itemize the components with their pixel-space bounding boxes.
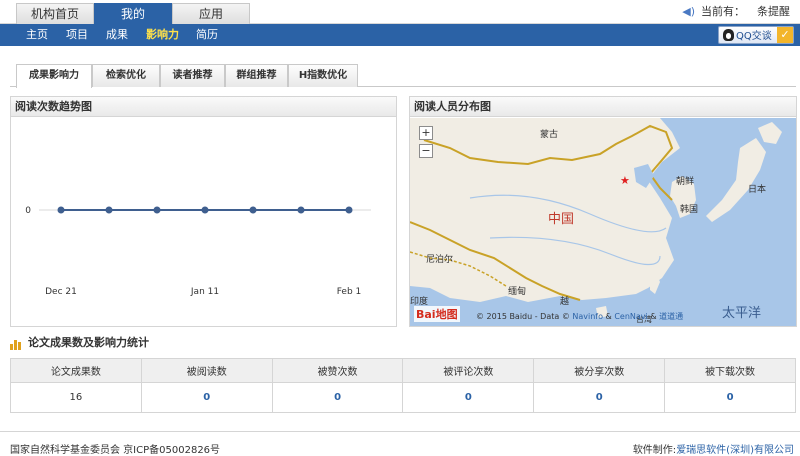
map-label-china: 中国 [548,212,575,227]
page-footer: 国家自然科学基金委员会 京ICP备05002826号 软件制作:爱瑞思软件(深圳… [0,431,800,456]
reminder-notice[interactable]: ◀) 当前有： 条提醒 [682,4,790,20]
qq-chat-label: QQ交谈 [736,31,772,42]
reader-distribution-title: 阅读人员分布图 [410,97,796,117]
tab-institution-home[interactable]: 机构首页 [16,3,94,24]
map-label-mongolia: 蒙古 [540,130,559,140]
data-point[interactable] [105,206,113,214]
data-point[interactable] [201,206,209,214]
tab-result-influence[interactable]: 成果影响力 [16,64,92,88]
stats-value-row: 16 0 0 0 0 0 [10,382,796,413]
daodaotong-link[interactable]: 道道通 [659,312,683,321]
header-comment-count: 被评论次数 [402,358,535,383]
qq-penguin-icon [723,29,734,41]
reminder-value[interactable]: 条提醒 [757,5,790,18]
zoom-in-button[interactable]: + [419,126,433,140]
sub-navigation: 主页 项目 成果 影响力 简历 QQ交谈 ✓ [0,24,800,46]
header-paper-count: 论文成果数 [10,358,142,383]
zoom-out-button[interactable]: − [419,144,433,158]
tab-reader-recommend[interactable]: 读者推荐 [160,64,225,87]
location-marker-icon[interactable]: ★ [620,174,630,187]
top-tab-bar: 机构首页 我的 应用 ◀) 当前有： 条提醒 [0,0,800,24]
value-read-count[interactable]: 0 [140,382,273,413]
content-tabs: 成果影响力 检索优化 读者推荐 群组推荐 H指数优化 [10,64,796,88]
data-point[interactable] [345,206,353,214]
map-label-nepal: 尼泊尔 [426,255,454,265]
reader-distribution-panel: 阅读人员分布图 ★ + − 蒙古 中国 朝鲜 韩国 日本 尼泊尔 缅甸 印度 越… [409,96,797,327]
x-tick-label: Dec 21 [45,287,77,297]
data-point[interactable] [297,206,305,214]
stats-section-heading: 论文成果数及影响力统计 [10,336,149,350]
subnav-home[interactable]: 主页 [26,24,48,46]
bar-chart-icon [10,336,22,350]
value-share-count[interactable]: 0 [533,382,666,413]
header-share-count: 被分享次数 [533,358,666,383]
data-point[interactable] [153,206,161,214]
map-label-south-korea: 韩国 [680,205,699,215]
map-copyright-amp-2: & [650,312,657,321]
cennavi-link[interactable]: CenNavi [614,312,647,321]
map-label-vietnam: 越 [560,297,570,307]
subnav-projects[interactable]: 项目 [66,24,88,46]
subnav-resume[interactable]: 简历 [196,24,218,46]
stats-section-title: 论文成果数及影响力统计 [28,336,149,349]
map-geography: ★ [410,118,782,318]
stats-header-row: 论文成果数 被阅读数 被赞次数 被评论次数 被分享次数 被下载次数 [10,358,796,383]
header-read-count: 被阅读数 [140,358,273,383]
reading-trend-title: 阅读次数趋势图 [11,97,396,117]
map-label-pacific: 太平洋 [722,306,762,321]
footer-icp: 国家自然科学基金委员会 京ICP备05002826号 [10,445,221,456]
subnav-results[interactable]: 成果 [106,24,128,46]
x-tick-label: Feb 1 [337,287,362,297]
map-copyright: © 2015 Baidu - Data © Navinfo & CenNavi … [476,311,683,322]
tab-apps[interactable]: 应用 [172,3,250,24]
map-label-japan: 日本 [748,185,767,195]
map-label-myanmar: 缅甸 [508,287,527,297]
tab-h-index-optimization[interactable]: H指数优化 [288,64,358,87]
footer-credit-label: 软件制作: [632,445,677,456]
data-point[interactable] [249,206,257,214]
reminder-label: 当前有： [701,5,745,18]
speaker-icon: ◀) [682,5,695,18]
map-label-north-korea: 朝鲜 [676,177,695,187]
map-copyright-amp: & [605,312,612,321]
value-download-count[interactable]: 0 [664,382,796,413]
data-point[interactable] [57,206,65,214]
reading-trend-panel: 阅读次数趋势图 0 Dec 21 Jan 11 Feb 1 [10,96,397,327]
tab-mine[interactable]: 我的 [94,3,172,24]
baidu-map-logo[interactable]: Bai地图 [414,306,460,322]
qq-chat-button[interactable]: QQ交谈 ✓ [718,26,794,44]
footer-company-link[interactable]: 爱瑞思软件(深圳)有限公司 [676,445,794,456]
x-tick-label: Jan 11 [190,287,219,297]
tab-group-recommend[interactable]: 群组推荐 [225,64,288,87]
check-icon: ✓ [777,27,793,43]
header-like-count: 被赞次数 [271,358,404,383]
stats-table: 论文成果数 被阅读数 被赞次数 被评论次数 被分享次数 被下载次数 16 0 0… [10,358,796,413]
tab-search-optimization[interactable]: 检索优化 [92,64,160,87]
value-paper-count: 16 [10,382,142,413]
footer-credit: 软件制作:爱瑞思软件(深圳)有限公司 [633,441,794,456]
value-comment-count[interactable]: 0 [402,382,535,413]
reading-trend-chart: 0 Dec 21 Jan 11 Feb 1 [25,206,371,297]
y-tick-label: 0 [25,206,31,216]
map-copyright-text: © 2015 Baidu - Data © [476,312,570,321]
header-download-count: 被下载次数 [664,358,796,383]
subnav-influence[interactable]: 影响力 [146,24,179,46]
distribution-map[interactable]: ★ + − 蒙古 中国 朝鲜 韩国 日本 尼泊尔 缅甸 印度 越 台湾 太平洋 … [410,118,796,326]
navinfo-link[interactable]: Navinfo [572,312,603,321]
value-like-count[interactable]: 0 [271,382,404,413]
